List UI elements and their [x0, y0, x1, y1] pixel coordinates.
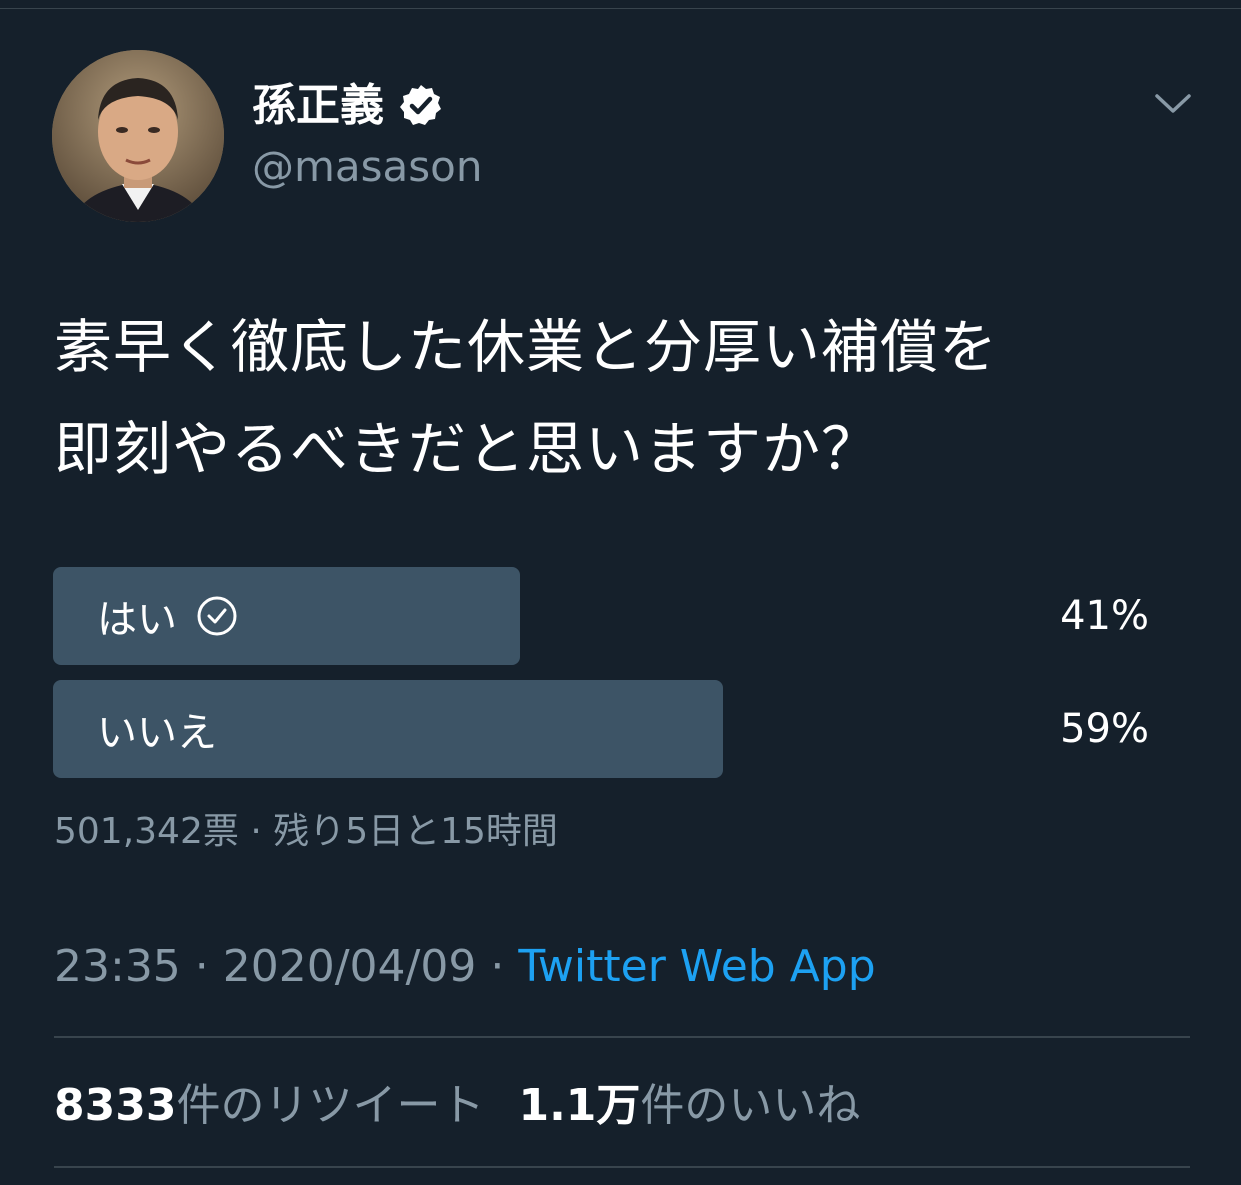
verified-badge-icon: [398, 83, 444, 129]
timestamp-row: 23:35 · 2020/04/09 · Twitter Web App: [54, 938, 876, 996]
retweets-stat[interactable]: 8333件のリツイート: [54, 1080, 484, 1131]
poll-label-row: いいえ: [97, 680, 217, 778]
poll-option-yes[interactable]: はい 41%: [53, 567, 1153, 665]
avatar[interactable]: [52, 50, 224, 222]
likes-stat[interactable]: 1.1万件のいいね: [518, 1080, 860, 1131]
retweets-label: 件のリツイート: [176, 1080, 485, 1131]
likes-label: 件のいいね: [640, 1080, 861, 1131]
poll-option-label: いいえ: [97, 710, 217, 756]
poll-option-no[interactable]: いいえ 59%: [53, 680, 1153, 778]
author-handle[interactable]: @masason: [252, 142, 482, 192]
divider: [54, 1166, 1190, 1168]
more-options-button[interactable]: [1148, 82, 1198, 126]
source-link[interactable]: Twitter Web App: [518, 941, 875, 992]
author-name-row[interactable]: 孫正義: [252, 80, 444, 132]
poll-meta: 501,342票 · 残り5日と15時間: [54, 811, 558, 852]
poll-option-label: はい: [97, 597, 177, 643]
stats-row: 8333件のリツイート 1.1万件のいいね: [54, 1076, 860, 1136]
retweets-count: 8333: [54, 1080, 177, 1131]
poll-percent: 59%: [1060, 706, 1149, 752]
check-circle-icon: [195, 594, 239, 638]
tweet-text: 素早く徹底した休業と分厚い補償を 即刻やるべきだと思いますか？: [54, 313, 999, 483]
likes-count: 1.1万: [518, 1080, 641, 1131]
poll-percent: 41%: [1060, 593, 1149, 639]
timestamp[interactable]: 23:35 · 2020/04/09 ·: [54, 941, 518, 992]
top-divider: [0, 8, 1241, 9]
display-name[interactable]: 孫正義: [252, 80, 384, 132]
poll-label-row: はい: [97, 567, 239, 665]
chevron-down-icon: [1155, 94, 1191, 113]
divider: [54, 1036, 1190, 1038]
